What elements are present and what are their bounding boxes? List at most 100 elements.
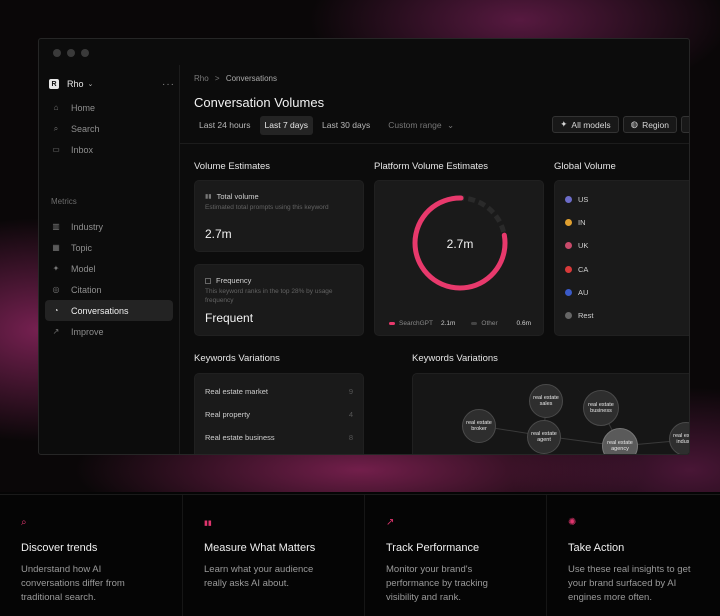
sidebar-nav: ⌂ Home ⌕ Search ▭ Inbox (45, 97, 173, 160)
feature-discover-trends: ⌕ Discover trends Understand how AI conv… (0, 495, 182, 616)
sidebar-item-citation[interactable]: ◎ Citation (45, 279, 173, 300)
sidebar-item-label: Industry (71, 221, 104, 232)
chevron-down-icon: ⌄ (446, 120, 455, 130)
legend-name-other: Other (481, 320, 498, 327)
sidebar-item-label: Search (71, 123, 100, 134)
region-button[interactable]: ◍ Region (622, 116, 677, 133)
trend-icon: ↗ (52, 327, 60, 336)
bubble-real-estate-business[interactable]: real estate business (583, 390, 619, 426)
volume-estimates-heading: Volume Estimates (194, 161, 271, 172)
chevron-down-icon: ⌄ (87, 81, 94, 88)
close-dot[interactable] (53, 49, 61, 57)
region-label: Region (642, 119, 669, 130)
sidebar: R Rho ⌄ ··· ⌂ Home ⌕ Search ▭ Inbox Metr… (39, 65, 179, 454)
workspace-switcher[interactable]: R Rho ⌄ ··· (49, 75, 175, 93)
range-tab-7d[interactable]: Last 7 days (259, 116, 313, 135)
keyword-count: 9 (348, 387, 353, 396)
more-icon[interactable]: ··· (162, 79, 175, 90)
minimize-dot[interactable] (67, 49, 75, 57)
region-row-rest[interactable]: Rest (565, 311, 593, 320)
custom-range-select[interactable]: Custom range ⌄ (383, 116, 459, 135)
platform-legend: SearchGPT 2.1m Other 0.6m (389, 320, 531, 327)
region-code: AU (578, 288, 589, 297)
sidebar-item-search[interactable]: ⌕ Search (45, 118, 173, 139)
keywords-graph-heading: Keywords Variations (412, 353, 498, 364)
region-code: IN (578, 218, 586, 227)
maximize-dot[interactable] (81, 49, 89, 57)
keyword-row[interactable]: Real estate business 8 (205, 433, 353, 442)
app-window: R Rho ⌄ ··· ⌂ Home ⌕ Search ▭ Inbox Metr… (38, 38, 690, 455)
breadcrumb: Rho > Conversations (194, 74, 277, 83)
sparkle-icon: ✺ (568, 517, 577, 528)
region-code: US (578, 195, 589, 204)
global-volume-heading: Global Volume (554, 161, 616, 172)
bar-chart-icon: ▮▮ (204, 520, 212, 527)
sidebar-item-conversations[interactable]: ◔ Conversations (45, 300, 173, 321)
legend-value-searchgpt: 2.1m (440, 320, 456, 327)
all-models-button[interactable]: ✦ All models (552, 116, 619, 133)
custom-range-label: Custom range (388, 120, 442, 130)
filter-actions: ✦ All models ◍ Region (552, 116, 689, 133)
region-row-us[interactable]: US (565, 195, 588, 204)
globe-icon (565, 312, 572, 319)
workspace-name: Rho (67, 79, 84, 89)
bar-chart-icon: ▮▮ (205, 194, 212, 200)
us-flag-icon (565, 196, 572, 203)
bubble-real-estate-agent[interactable]: real estate agent (527, 420, 561, 454)
trend-up-icon: ↗ (386, 517, 395, 528)
header-divider (180, 143, 689, 144)
feature-title: Track Performance (386, 542, 480, 554)
sidebar-item-home[interactable]: ⌂ Home (45, 97, 173, 118)
keyword-row[interactable]: Real estate market 9 (205, 387, 353, 396)
section-label-metrics: Metrics (51, 197, 77, 206)
sidebar-item-model[interactable]: ✦ Model (45, 258, 173, 279)
legend-swatch-searchgpt (389, 322, 395, 325)
sidebar-item-topic[interactable]: ▦ Topic (45, 237, 173, 258)
platform-volume-card: 2.7m SearchGPT 2.1m Other 0.6m (374, 180, 544, 336)
platform-donut: 2.7m (412, 195, 508, 291)
donut-center-value: 2.7m (447, 237, 474, 251)
keyword-row[interactable]: Real property 4 (205, 410, 353, 419)
range-tab-30d[interactable]: Last 30 days (317, 116, 375, 135)
legend-value-other: 0.6m (516, 320, 531, 327)
feature-desc: Monitor your brand's performance by trac… (386, 564, 488, 603)
legend-name-searchgpt: SearchGPT (399, 320, 433, 327)
inbox-icon: ▭ (52, 145, 60, 154)
au-flag-icon (565, 289, 572, 296)
feature-desc: Learn what your audience really asks AI … (204, 564, 314, 589)
sidebar-item-improve[interactable]: ↗ Improve (45, 321, 173, 342)
sidebar-item-label: Home (71, 102, 96, 113)
sparkle-icon: ✦ (560, 119, 568, 129)
feature-strip: ⌕ Discover trends Understand how AI conv… (0, 494, 720, 616)
uk-flag-icon (565, 242, 572, 249)
range-tab-24h[interactable]: Last 24 hours (194, 116, 256, 135)
bubble-real-estate-broker[interactable]: real estate broker (462, 409, 496, 443)
keywords-heading: Keywords Variations (194, 353, 280, 364)
region-row-au[interactable]: AU (565, 288, 588, 297)
feature-track-performance: ↗ Track Performance Monitor your brand's… (364, 495, 546, 616)
metrics-nav: ▥ Industry ▦ Topic ✦ Model ◎ Citation ◔ … (45, 216, 173, 342)
keyword-count: 4 (348, 410, 353, 419)
ca-flag-icon (565, 266, 572, 273)
feature-title: Measure What Matters (204, 542, 316, 554)
region-row-ca[interactable]: CA (565, 265, 588, 274)
sidebar-item-label: Improve (71, 326, 104, 337)
sidebar-item-industry[interactable]: ▥ Industry (45, 216, 173, 237)
more-filters-button[interactable] (681, 116, 689, 133)
bubble-real-estate-sales[interactable]: real estate sales (529, 384, 563, 418)
region-row-uk[interactable]: UK (565, 241, 588, 250)
sidebar-item-inbox[interactable]: ▭ Inbox (45, 139, 173, 160)
page-title: Conversation Volumes (194, 95, 325, 110)
region-row-in[interactable]: IN (565, 218, 586, 227)
window-controls (53, 49, 89, 57)
home-icon: ⌂ (53, 103, 59, 112)
region-code: CA (578, 265, 589, 274)
sidebar-item-label: Topic (71, 242, 93, 253)
frequency-icon (205, 277, 211, 284)
feature-measure-what-matters: ▮▮ Measure What Matters Learn what your … (182, 495, 364, 616)
breadcrumb-root[interactable]: Rho (194, 74, 209, 83)
total-volume-card: ▮▮ Total volume Estimated total prompts … (194, 180, 364, 252)
keyword-count: 8 (348, 433, 353, 442)
bubble-real-estate-industry[interactable]: real estate industry (669, 422, 689, 454)
total-volume-value: 2.7m (205, 227, 232, 241)
